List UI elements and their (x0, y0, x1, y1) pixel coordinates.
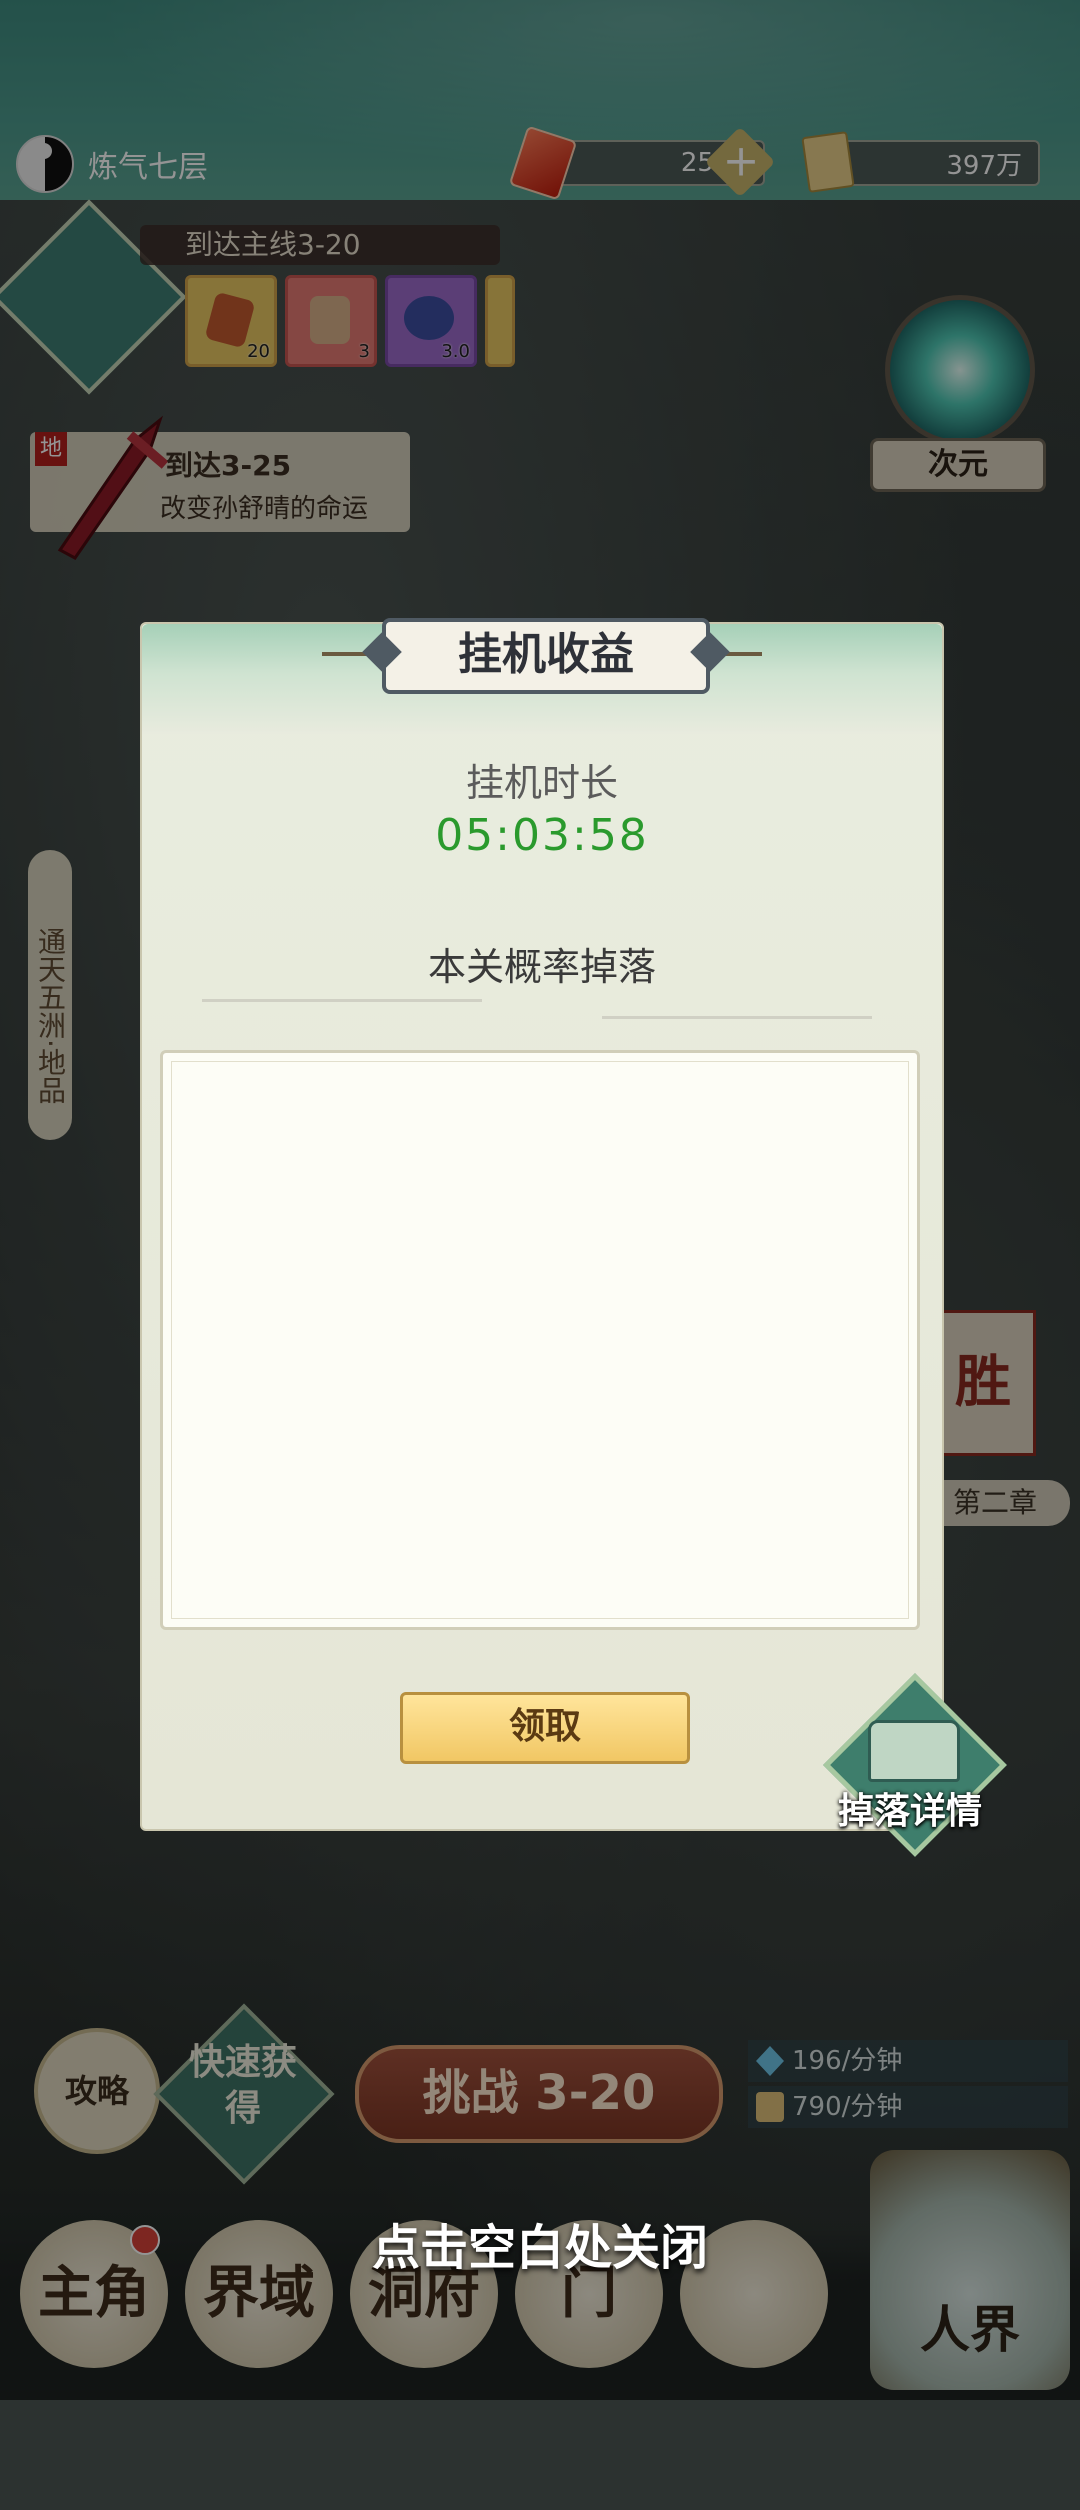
dialog-title: 挂机收益 (382, 618, 710, 694)
chest-icon (868, 1720, 960, 1782)
claim-button[interactable]: 领取 (400, 1692, 690, 1764)
cloud-divider-left (202, 999, 482, 1002)
drop-items-panel[interactable] (160, 1050, 920, 1630)
drop-details-button[interactable]: 掉落详情 (830, 1782, 990, 1834)
idle-duration-label: 挂机时长 (465, 761, 618, 805)
idle-rewards-dialog: 挂机收益 挂机时长 05:03:58 本关概率掉落 领取 (140, 618, 944, 1831)
idle-duration-value: 05:03:58 (435, 810, 649, 861)
drop-rate-label: 本关概率掉落 (427, 945, 656, 989)
tap-to-close-hint: 点击空白处关闭 (371, 2220, 708, 2276)
cloud-divider-right (602, 1016, 872, 1019)
